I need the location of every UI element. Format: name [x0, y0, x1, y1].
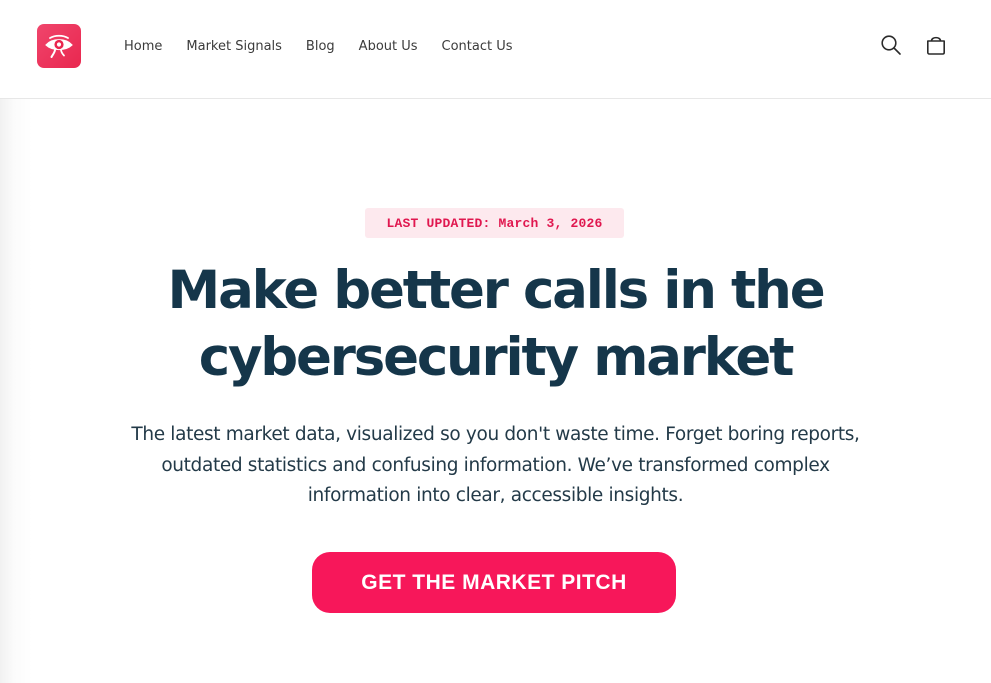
last-updated-badge: LAST UPDATED: March 3, 2026: [365, 208, 624, 238]
nav-link-about-us[interactable]: About Us: [359, 39, 418, 54]
get-market-pitch-button[interactable]: GET THE MARKET PITCH: [312, 552, 676, 613]
nav-link-blog[interactable]: Blog: [306, 39, 335, 54]
nav-link-home[interactable]: Home: [124, 39, 162, 54]
hero-subtext: The latest market data, visualized so yo…: [131, 424, 860, 506]
eye-logo-icon: [45, 34, 73, 58]
search-icon: [881, 35, 901, 55]
nav-link-market-signals[interactable]: Market Signals: [186, 39, 282, 54]
nav-link-contact-us[interactable]: Contact Us: [442, 39, 513, 54]
search-button[interactable]: [879, 33, 903, 57]
main-nav: Home Market Signals Blog About Us Contac…: [124, 0, 513, 92]
cart-button[interactable]: [924, 33, 948, 57]
hero-headline: Make better calls in the cybersecurity m…: [167, 260, 826, 388]
site-logo[interactable]: [37, 24, 81, 68]
hero-section: LAST UPDATED: March 3, 2026 Make better …: [0, 99, 991, 683]
cart-icon: [927, 36, 945, 55]
site-header: Home Market Signals Blog About Us Contac…: [0, 0, 991, 99]
